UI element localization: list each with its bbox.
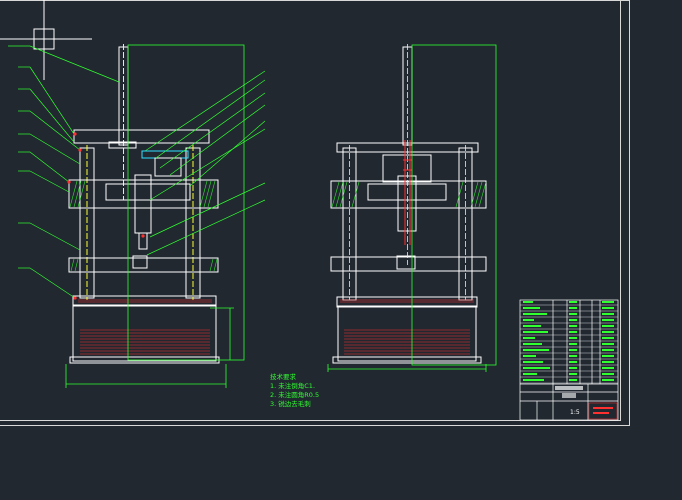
bom-row-mark — [523, 367, 550, 369]
bom-row-mark — [569, 319, 577, 321]
title-block[interactable] — [519, 299, 619, 421]
part-leader-lines — [8, 45, 266, 299]
balloon-marker-dots — [67, 132, 145, 300]
bom-row-mark — [523, 319, 534, 321]
bom-row-mark — [523, 349, 549, 351]
bom-row-mark — [602, 313, 614, 315]
bom-row-mark — [602, 367, 614, 369]
bom-row-mark — [569, 373, 577, 375]
bom-row-mark — [602, 301, 614, 303]
bom-row-mark — [602, 361, 614, 363]
side-view-centerlines — [349, 44, 466, 300]
front-view-drawing[interactable] — [8, 44, 266, 388]
bom-row-mark — [569, 379, 577, 381]
bom-row-mark — [523, 379, 544, 381]
bom-row-mark — [602, 373, 614, 375]
front-view-dimension-lines — [65, 44, 245, 388]
cad-drawing-canvas[interactable] — [0, 0, 682, 500]
note-item-2: 2. 未注圆角R0.5 — [270, 391, 320, 399]
technical-requirements-notes: 技术要求 1. 未注倒角C1. 2. 未注圆角R0.5 3. 锐边去毛刺 — [270, 373, 319, 409]
bom-row-mark — [523, 331, 548, 333]
side-view-drawing[interactable] — [327, 44, 497, 372]
side-view-hatching — [331, 181, 487, 208]
bom-row-mark — [523, 361, 543, 363]
notes-heading: 技术要求 — [270, 373, 296, 381]
side-view-base-hatching — [340, 299, 474, 355]
bom-row-mark — [602, 331, 614, 333]
bom-row-mark — [523, 373, 537, 375]
bom-row-mark — [523, 325, 541, 327]
bom-row-mark — [602, 343, 614, 345]
bom-row-mark — [569, 313, 577, 315]
bom-row-mark — [569, 343, 577, 345]
title-block-scale: 1:5 — [570, 409, 580, 416]
bom-row-mark — [569, 337, 577, 339]
bom-row-mark — [602, 379, 614, 381]
bom-row-mark — [569, 325, 577, 327]
base-heating-coil-hatching — [78, 299, 212, 355]
bom-row-mark — [569, 301, 577, 303]
bom-row-mark — [523, 307, 540, 309]
bom-row-mark — [523, 313, 547, 315]
bom-row-mark — [602, 325, 614, 327]
title-block-red-stamp — [555, 386, 618, 420]
ucs-crosshair-icon[interactable] — [0, 0, 92, 80]
bom-row-mark — [569, 307, 577, 309]
bom-row-mark — [569, 349, 577, 351]
bom-row-mark — [569, 367, 577, 369]
bom-row-mark — [602, 307, 614, 309]
bom-row-mark — [523, 343, 542, 345]
bom-row-mark — [523, 337, 535, 339]
bom-row-mark — [602, 319, 614, 321]
bom-row-mark — [602, 355, 614, 357]
bom-row-mark — [569, 355, 577, 357]
bom-row-mark — [569, 331, 577, 333]
bom-row-mark — [523, 301, 533, 303]
bom-row-mark — [602, 349, 614, 351]
bom-row-mark — [569, 361, 577, 363]
bom-row-mark — [602, 337, 614, 339]
note-item-3: 3. 锐边去毛刺 — [270, 400, 311, 408]
bom-row-mark — [523, 355, 536, 357]
note-item-1: 1. 未注倒角C1. — [270, 382, 316, 390]
